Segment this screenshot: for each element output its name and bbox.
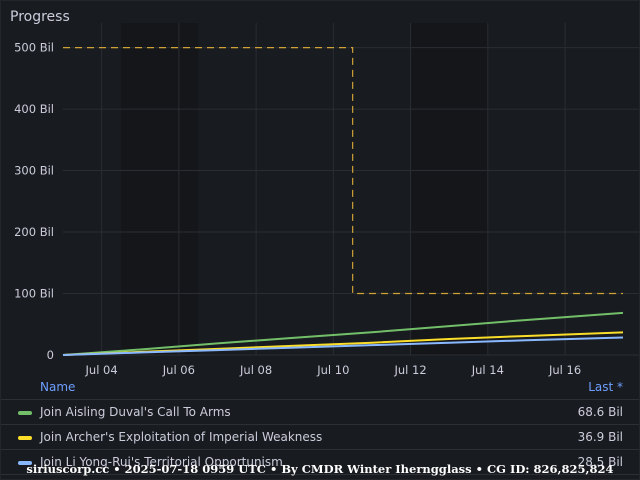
legend-row[interactable]: Join Archer's Exploitation of Imperial W… [1,425,639,450]
legend-series-last-value: 36.9 Bil [577,430,623,444]
y-tick-label: 200 Bil [14,225,54,239]
shaded-period [410,23,488,355]
progress-chart: 0100 Bil200 Bil300 Bil400 Bil500 BilJul … [14,23,639,377]
series-color-swatch [18,436,32,440]
legend-table: Name Last * Join Aisling Duval's Call To… [1,375,639,475]
legend-header: Name Last * [1,375,639,400]
footer-attribution: siriuscorp.cc • 2025-07-18 0959 UTC • By… [26,462,614,476]
legend-row[interactable]: Join Aisling Duval's Call To Arms 68.6 B… [1,400,639,425]
y-tick-label: 400 Bil [14,102,54,116]
y-tick-label: 300 Bil [14,164,54,178]
legend-series-label[interactable]: Join Aisling Duval's Call To Arms [40,405,231,419]
y-tick-label: 0 [47,348,54,362]
series-color-swatch [18,411,32,415]
legend-series-label[interactable]: Join Archer's Exploitation of Imperial W… [40,430,322,444]
legend-last-header[interactable]: Last * [588,380,623,394]
legend-series-last-value: 68.6 Bil [577,405,623,419]
progress-panel: Progress 0 100 Bil 200 Bil 300 Bil 400 Bil 50… [0,0,640,480]
shaded-period [120,23,199,355]
y-tick-label: 100 Bil [14,287,54,301]
legend-name-header[interactable]: Name [40,380,75,394]
y-tick-label: 500 Bil [14,41,54,55]
